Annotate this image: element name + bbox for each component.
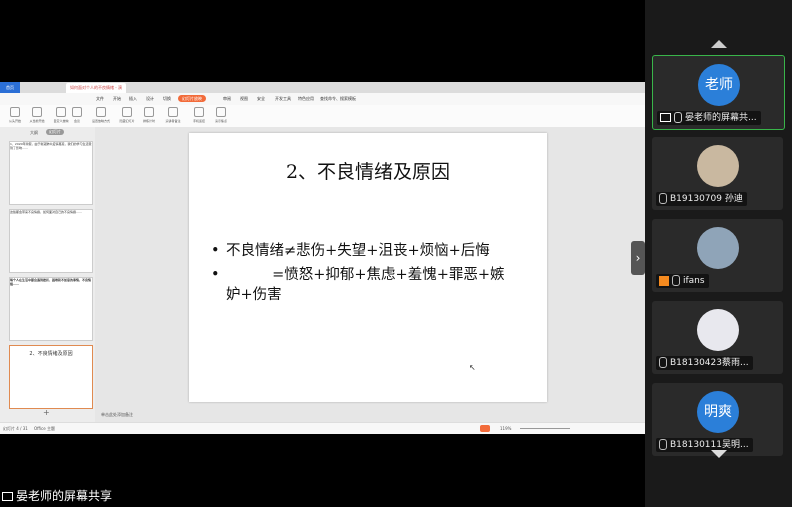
mouse-cursor-icon: ↖ [469, 363, 476, 372]
mic-muted-icon [659, 357, 667, 368]
menu-review[interactable]: 审阅 [223, 93, 231, 105]
avatar [697, 145, 739, 187]
meeting-icon [72, 107, 82, 117]
menu-bar: 文件 开始 插入 设计 切换 幻灯片放映 审阅 视图 安全 开发工具 特色应用 … [0, 93, 645, 105]
participant-tile[interactable]: B19130709 孙迪 [652, 137, 783, 210]
avatar: 明爽 [697, 391, 739, 433]
status-bar: 幻灯片 4 / 31 Office 主题 119% [0, 422, 645, 434]
play-current-icon [32, 107, 42, 117]
collapse-panel-button[interactable]: › [631, 241, 645, 275]
participant-tile[interactable]: ifans [652, 219, 783, 292]
tab-document[interactable]: 如何面对个人的不良情绪 - 演 [66, 83, 126, 93]
ribbon-toolbar: 从头开始 从当前开始 自定义放映 会议 设置放映方式 隐藏幻灯片 排练计时 演讲… [0, 105, 645, 128]
slide-title: 2、不良情绪及原因 [285, 161, 451, 183]
hide-icon [122, 107, 132, 117]
tab-slides[interactable]: 幻灯片 [46, 129, 64, 135]
scroll-up-icon[interactable] [711, 40, 727, 48]
menu-security[interactable]: 安全 [257, 93, 265, 105]
tab-bar: 首页 如何面对个人的不良情绪 - 演 [0, 82, 645, 93]
menu-design[interactable]: 设计 [146, 93, 154, 105]
avatar [697, 227, 739, 269]
tab-home[interactable]: 首页 [0, 82, 20, 93]
notes-placeholder[interactable]: 单击此处添加备注 [101, 412, 133, 418]
play-icon [10, 107, 20, 117]
timer-icon [144, 107, 154, 117]
slide-thumbnail-selected[interactable]: 42、不良情绪及原因 [9, 345, 93, 409]
current-slide[interactable]: 2、不良情绪及原因 • 不良情绪≠悲伤+失望+沮丧+烦恼+后悔 • =愤怒+抑郁… [189, 133, 547, 402]
notes-icon [168, 107, 178, 117]
menu-slideshow[interactable]: 幻灯片放映 [178, 95, 206, 102]
menu-view[interactable]: 视图 [240, 93, 248, 105]
avatar: 老师 [698, 64, 740, 106]
mic-icon [674, 112, 682, 123]
avatar [697, 309, 739, 351]
menu-insert[interactable]: 插入 [129, 93, 137, 105]
participant-name: B18130423蔡雨... [656, 356, 753, 370]
shared-screen: 首页 如何面对个人的不良情绪 - 演 文件 开始 插入 设计 切换 幻灯片放映 … [0, 82, 645, 434]
menu-file[interactable]: 文件 [96, 93, 104, 105]
mic-muted-icon [659, 439, 667, 450]
play-slideshow-button[interactable] [480, 425, 490, 432]
participant-name: B18130111吴明... [656, 438, 753, 452]
menu-transition[interactable]: 切换 [163, 93, 171, 105]
zoom-slider[interactable] [520, 428, 570, 429]
zoom-level: 119% [500, 426, 512, 431]
screen-share-icon [2, 492, 13, 501]
screen-share-caption: 晏老师的屏幕共享 [2, 487, 112, 504]
theme-name: Office 主题 [34, 426, 55, 431]
tab-outline[interactable]: 大纲 [30, 130, 38, 136]
slide-thumbnail[interactable]: 3每个人在生活中都会遇到挫折、困难和不如意的事情，不良情绪…… [9, 277, 93, 341]
mic-muted-icon [672, 275, 680, 286]
settings-icon [96, 107, 106, 117]
slide-thumbnail-panel: 大纲 幻灯片 1、2020年寒假，由于新冠肺炎疫情蔓延，我们的学习生活受到了影响… [0, 127, 95, 422]
menu-developer[interactable]: 开发工具 [275, 93, 291, 105]
slide-counter: 幻灯片 4 / 31 [3, 426, 28, 431]
participant-name: ifans [656, 274, 709, 288]
participant-tile[interactable]: B18130423蔡雨... [652, 301, 783, 374]
participant-name: B19130709 孙迪 [656, 192, 747, 206]
participant-panel: 老师 晏老师的屏幕共... B19130709 孙迪 ifans B181304… [645, 0, 792, 507]
phone-icon [194, 107, 204, 117]
screen-share-icon [660, 113, 671, 122]
participant-name: 晏老师的屏幕共... [657, 111, 761, 125]
scroll-down-icon[interactable] [711, 450, 727, 458]
menu-features[interactable]: 特色应用 [298, 93, 314, 105]
participant-tile[interactable]: 明爽 B18130111吴明... [652, 383, 783, 456]
slide-thumbnail[interactable]: 这些都会带来不良情绪，如何面对自己的不良情绪…… [9, 209, 93, 273]
search-command[interactable]: 查找命令、搜索模板 [320, 93, 356, 105]
focus-button[interactable]: 演示焦点 [206, 107, 236, 125]
participant-tile[interactable]: 老师 晏老师的屏幕共... [652, 55, 785, 130]
slide-canvas: 2、不良情绪及原因 • 不良情绪≠悲伤+失望+沮丧+烦恼+后悔 • =愤怒+抑郁… [95, 127, 645, 422]
focus-icon [216, 107, 226, 117]
add-slide-icon[interactable]: + [43, 408, 50, 417]
slide-thumbnail[interactable]: 1、2020年寒假，由于新冠肺炎疫情蔓延，我们的学习生活受到了影响…… [9, 141, 93, 205]
menu-home[interactable]: 开始 [113, 93, 121, 105]
user-icon [659, 275, 669, 286]
mic-muted-icon [659, 193, 667, 204]
